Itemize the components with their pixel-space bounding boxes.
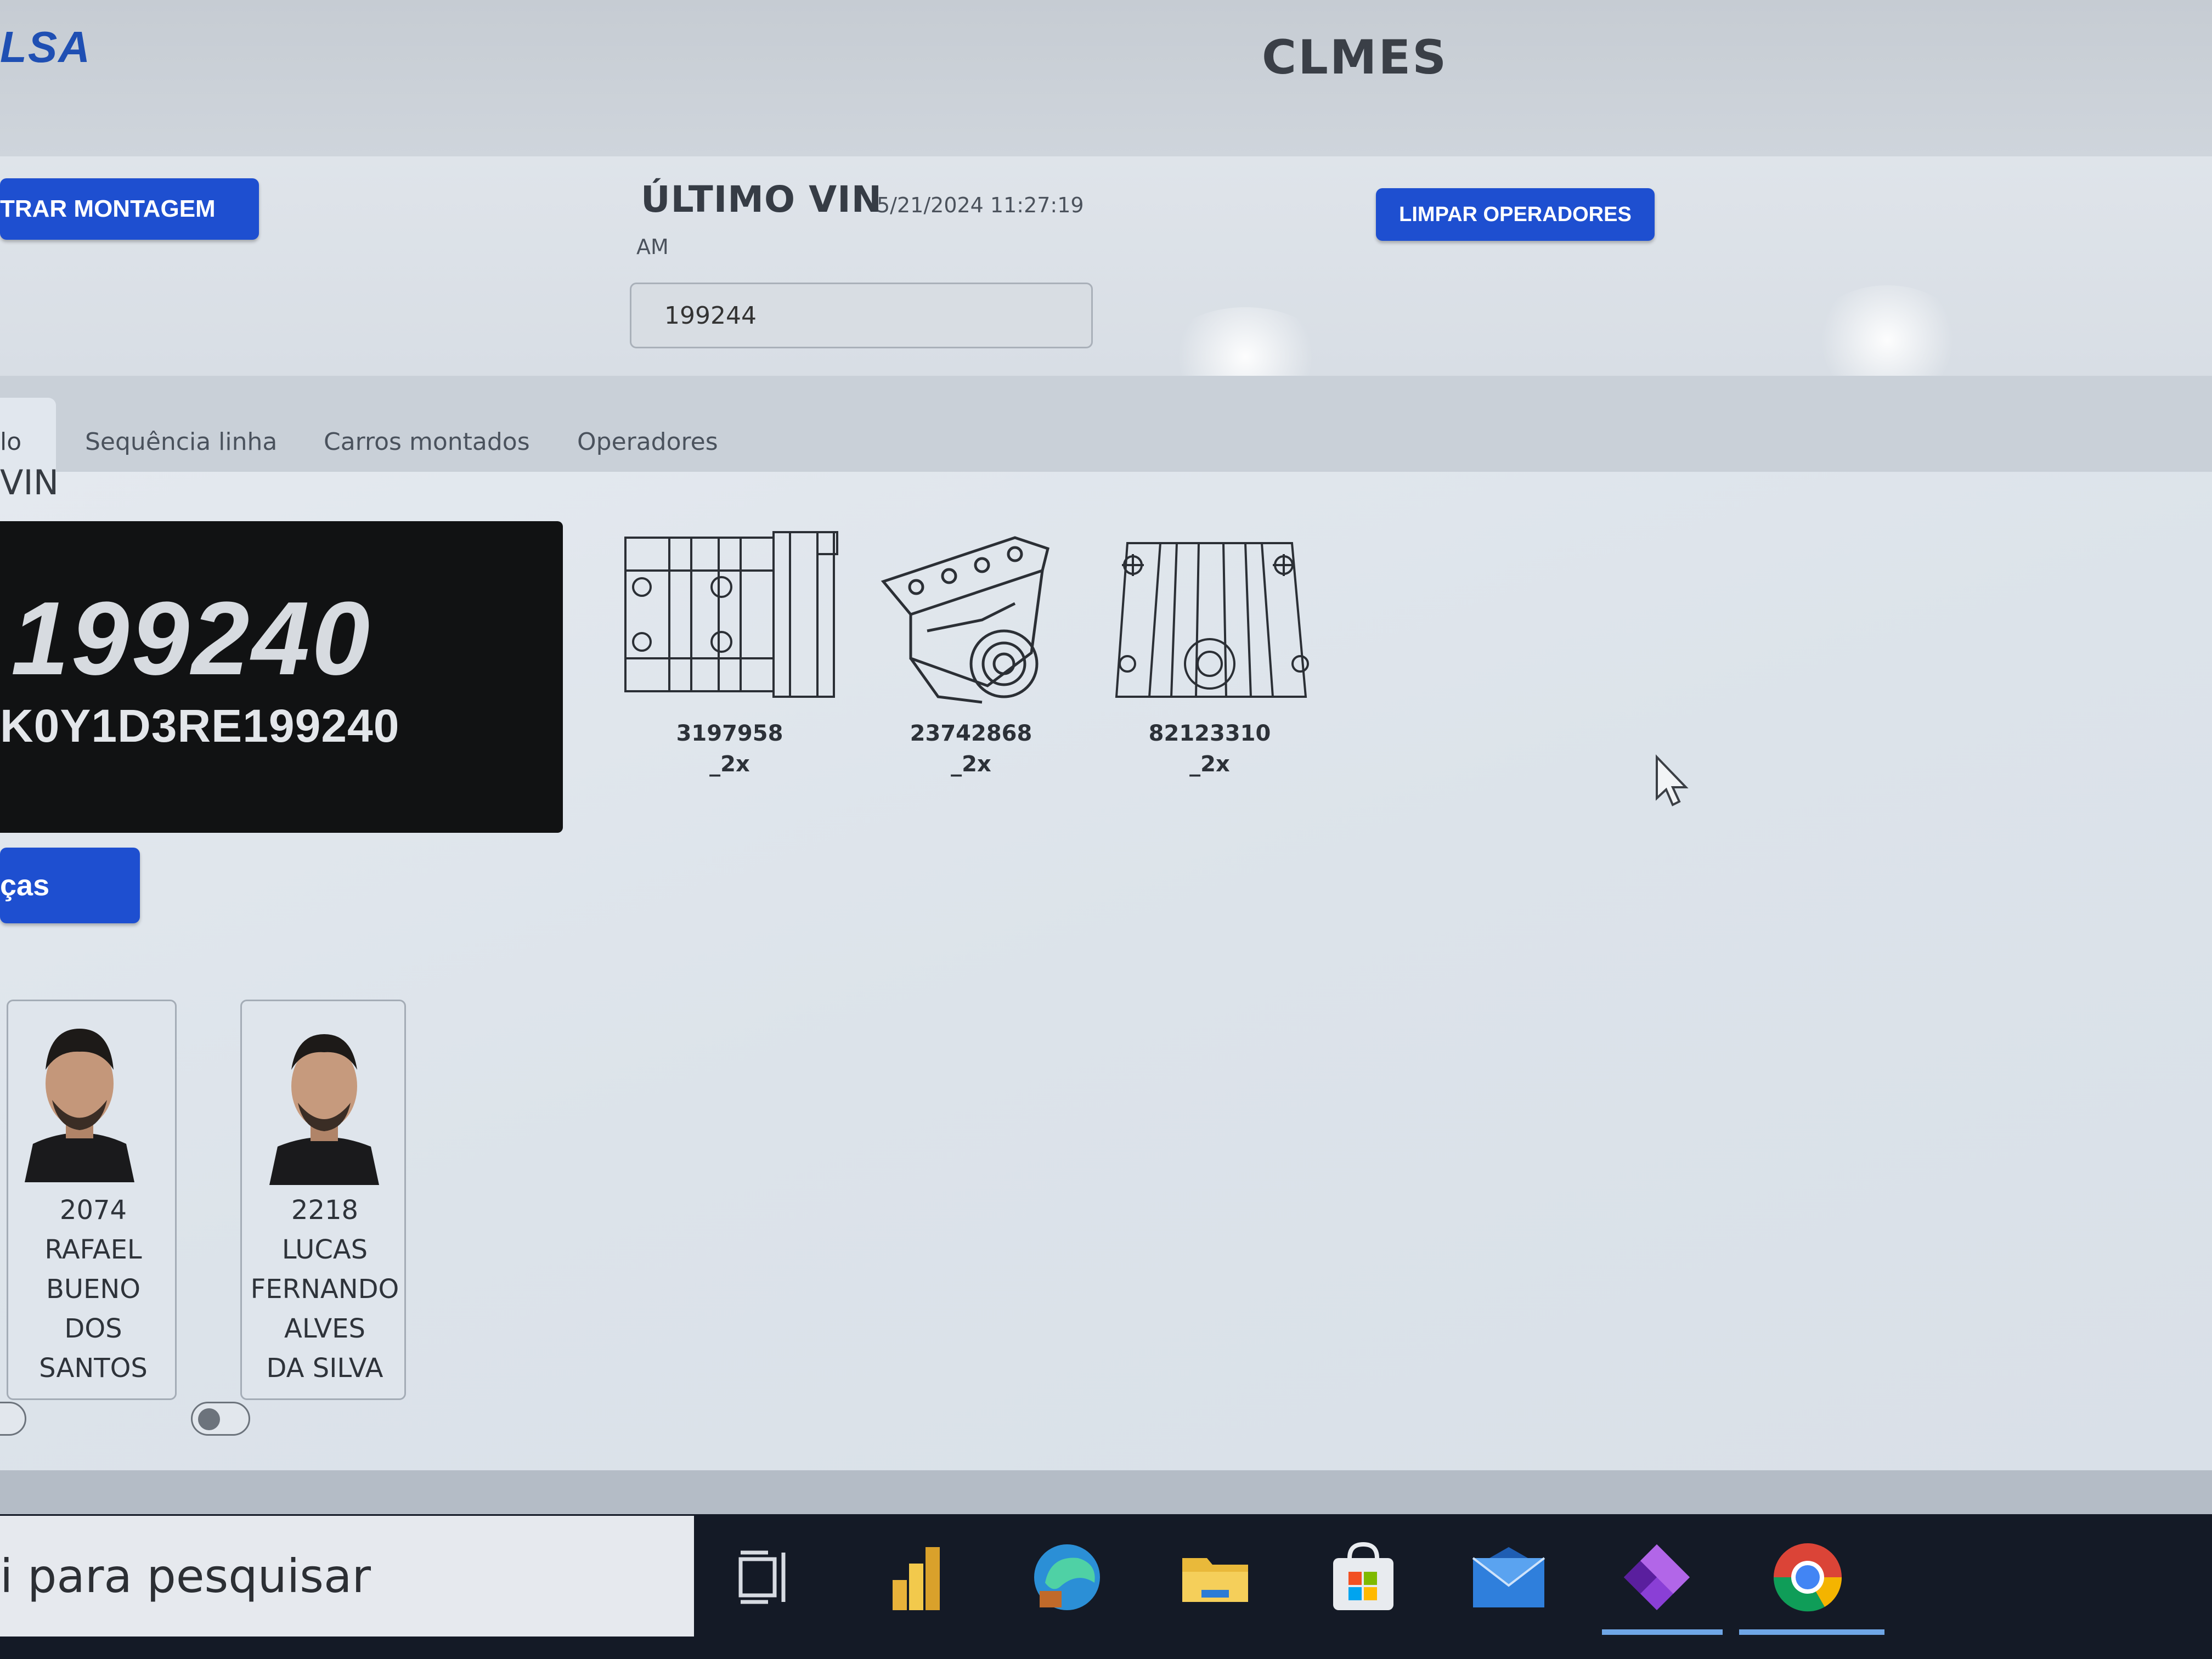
vin-input[interactable]: [630, 283, 1093, 348]
store-icon[interactable]: [1317, 1531, 1410, 1624]
operator-id: 2218: [291, 1195, 359, 1226]
power-bi-icon[interactable]: [870, 1531, 963, 1624]
tab-modelo[interactable]: lo: [0, 398, 56, 472]
vin-full-number: K0Y1D3RE199240: [0, 700, 400, 752]
pecas-button-label: ças: [0, 869, 50, 902]
part-qty: _2x: [1189, 752, 1230, 777]
operator-name-line: BUENO: [46, 1274, 141, 1305]
engine-mount-drawing-icon: [881, 536, 1049, 704]
vin-short-number: 199240: [11, 580, 373, 697]
task-view-icon[interactable]: [719, 1531, 812, 1624]
operator-photo-avatar: [19, 1018, 140, 1182]
taskbar-search-placeholder: i para pesquisar: [0, 1549, 371, 1603]
ultimo-vin-timestamp: 5/21/2024 11:27:19: [877, 193, 1084, 217]
part-item[interactable]: 82123310 _2x: [1089, 521, 1330, 777]
part-qty: _2x: [951, 752, 991, 777]
company-logo: LSA: [0, 22, 91, 71]
tab-operadores[interactable]: Operadores: [577, 428, 718, 456]
limpar-operadores-button[interactable]: LIMPAR OPERADORES: [1376, 188, 1655, 241]
registrar-montagem-label: TRAR MONTAGEM: [0, 195, 216, 222]
operator-name-line: SANTOS: [39, 1353, 148, 1384]
power-apps-icon[interactable]: [1610, 1531, 1703, 1624]
taskbar-search-box[interactable]: i para pesquisar: [0, 1516, 694, 1637]
part-qty: _2x: [709, 752, 750, 777]
app-title: CLMES: [1262, 30, 1448, 85]
footer-strip: [0, 1470, 2212, 1514]
operator-name-line: DA SILVA: [266, 1353, 383, 1384]
limpar-operadores-label: LIMPAR OPERADORES: [1399, 202, 1632, 226]
operator-name-line: LUCAS: [281, 1234, 368, 1265]
taskbar-active-indicator: [1602, 1629, 1723, 1635]
taskbar-active-indicator: [1739, 1629, 1884, 1635]
file-explorer-icon[interactable]: [1169, 1531, 1262, 1624]
bracket-drawing-icon: [624, 531, 838, 698]
operator-id: 2074: [59, 1195, 127, 1226]
tab-bar: lo Sequência linha Carros montados Opera…: [0, 376, 2212, 472]
pecas-button[interactable]: ças: [0, 848, 140, 923]
tab-sequencia-linha[interactable]: Sequência linha: [85, 428, 277, 456]
operator-name-line: FERNANDO: [250, 1274, 399, 1305]
operator-name-line: RAFAEL: [44, 1234, 142, 1265]
part-item[interactable]: 3197958 _2x: [609, 521, 850, 777]
part-code: 82123310: [1148, 721, 1271, 746]
ultimo-vin-ampm: AM: [636, 235, 669, 259]
tab-carros-montados[interactable]: Carros montados: [324, 428, 530, 456]
mouse-cursor-icon: [1656, 754, 1689, 806]
toggle-knob: [198, 1408, 220, 1430]
operator-toggle[interactable]: [191, 1402, 250, 1436]
ultimo-vin-label: ÚLTIMO VIN: [641, 178, 882, 221]
app-header: [0, 0, 2212, 156]
operator-card[interactable]: 2218 LUCAS FERNANDO ALVES DA SILVA: [240, 1000, 406, 1400]
part-code: 23742868: [910, 721, 1032, 746]
edge-icon[interactable]: [1020, 1531, 1114, 1624]
registrar-montagem-button[interactable]: TRAR MONTAGEM: [0, 178, 259, 240]
part-item[interactable]: 23742868 _2x: [850, 521, 1092, 777]
plate-drawing-icon: [1115, 542, 1309, 698]
vin-section-heading: VIN: [0, 462, 59, 503]
mail-icon[interactable]: [1462, 1531, 1555, 1624]
chrome-icon[interactable]: [1761, 1531, 1854, 1624]
operator-card[interactable]: 2074 RAFAEL BUENO DOS SANTOS: [7, 1000, 177, 1400]
operator-name-line: ALVES: [284, 1313, 365, 1344]
operator-name-line: DOS: [64, 1313, 122, 1344]
operator-photo-avatar: [264, 1020, 385, 1185]
part-code: 3197958: [676, 721, 783, 746]
